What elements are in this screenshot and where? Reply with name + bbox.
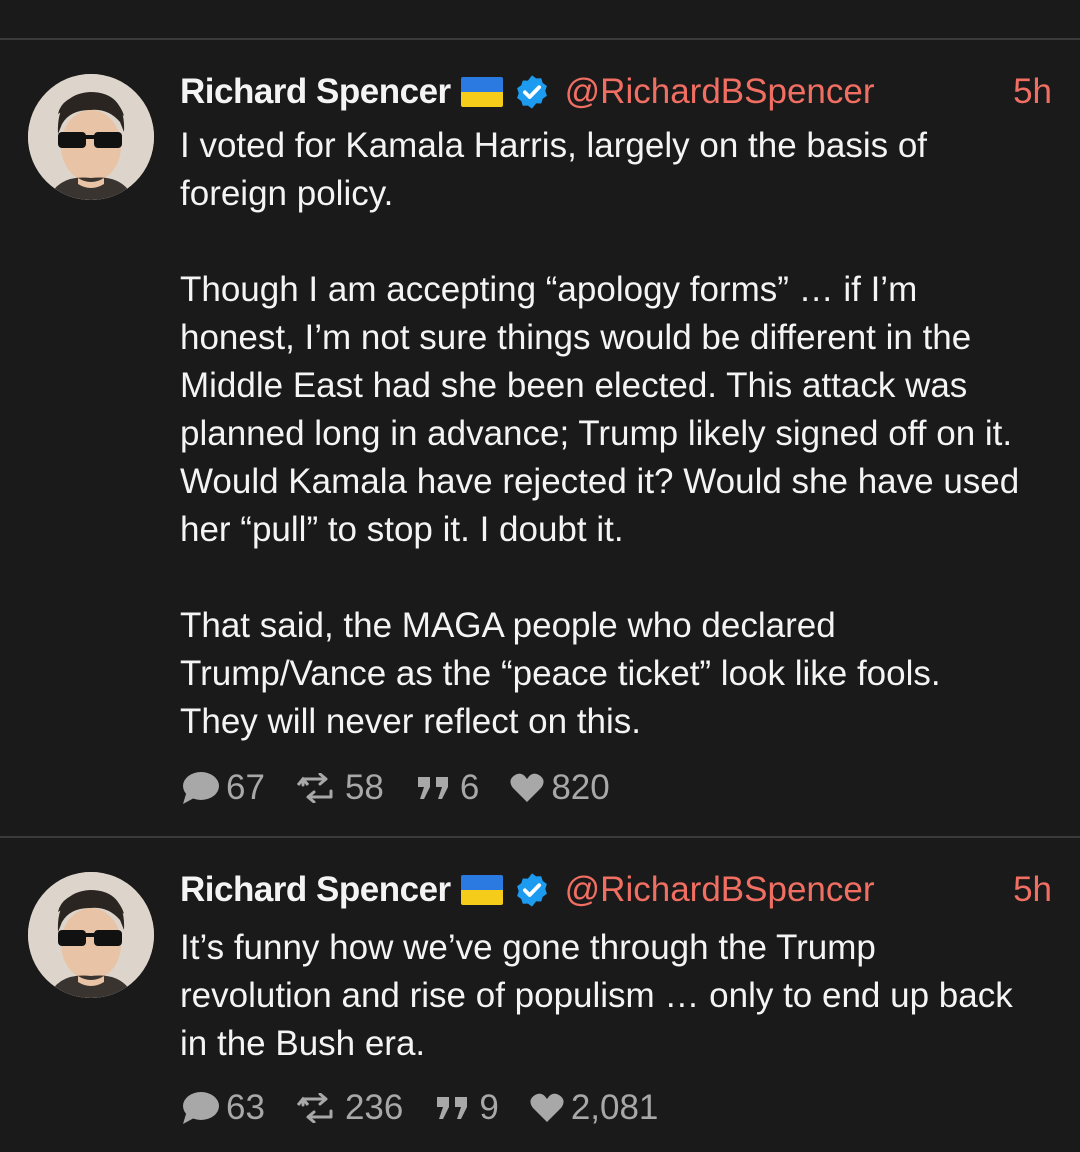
- reply-icon: [183, 772, 219, 804]
- previous-tweet-actions-cutoff: [0, 0, 1080, 40]
- reply-icon: [183, 1092, 219, 1124]
- avatar-photo: [28, 872, 154, 998]
- quote-button[interactable]: 6: [414, 768, 479, 808]
- repost-button[interactable]: 58: [295, 768, 384, 808]
- ukraine-flag-icon: [460, 77, 503, 107]
- quote-count: 9: [479, 1088, 499, 1127]
- quote-icon: [417, 777, 448, 799]
- avatar[interactable]: [28, 74, 154, 200]
- repost-button[interactable]: 236: [295, 1088, 403, 1128]
- avatar[interactable]: [28, 872, 154, 998]
- tweet-card[interactable]: Richard Spencer @RichardBSpencer 5h It’s…: [0, 838, 1080, 1152]
- tweet-timestamp[interactable]: 5h: [1013, 72, 1052, 112]
- like-button[interactable]: 2,081: [529, 1088, 659, 1128]
- ukraine-flag-icon: [460, 875, 503, 905]
- repost-count: 58: [344, 768, 384, 807]
- tweet-actions: 63 236 9 2,081: [180, 1086, 688, 1130]
- reply-count: 63: [226, 1088, 265, 1127]
- author-name[interactable]: Richard Spencer: [180, 870, 451, 910]
- repost-icon: [296, 1093, 333, 1123]
- tweet-header: Richard Spencer @RichardBSpencer 5h: [180, 70, 1052, 114]
- quote-count: 6: [459, 768, 480, 807]
- repost-icon: [296, 773, 333, 803]
- tweet-header: Richard Spencer @RichardBSpencer 5h: [180, 868, 1052, 912]
- author-handle[interactable]: @RichardBSpencer: [565, 72, 875, 112]
- quote-icon: [437, 1097, 468, 1119]
- like-icon: [530, 1093, 564, 1122]
- like-button[interactable]: 820: [509, 768, 610, 808]
- verified-badge-icon: [513, 73, 551, 111]
- tweet-timestamp[interactable]: 5h: [1013, 870, 1052, 910]
- quote-button[interactable]: 9: [433, 1088, 499, 1128]
- repost-count: 236: [344, 1088, 404, 1127]
- like-icon: [510, 773, 544, 802]
- tweet-feed: Richard Spencer @RichardBSpencer 5h I vo…: [0, 0, 1080, 1152]
- author-handle[interactable]: @RichardBSpencer: [565, 870, 875, 910]
- reply-button[interactable]: 63: [180, 1088, 265, 1128]
- author-name[interactable]: Richard Spencer: [180, 72, 451, 112]
- avatar-photo: [28, 74, 154, 200]
- reply-button[interactable]: 67: [180, 768, 265, 808]
- reply-count: 67: [226, 768, 265, 807]
- tweet-text: I voted for Kamala Harris, largely on th…: [180, 126, 1020, 741]
- like-count: 2,081: [570, 1088, 659, 1127]
- verified-badge-icon: [513, 871, 551, 909]
- tweet-text: It’s funny how we’ve gone through the Tr…: [180, 928, 1013, 1063]
- tweet-actions: 67 58 6 820: [180, 766, 640, 810]
- tweet-card[interactable]: Richard Spencer @RichardBSpencer 5h I vo…: [0, 40, 1080, 838]
- like-count: 820: [551, 768, 610, 807]
